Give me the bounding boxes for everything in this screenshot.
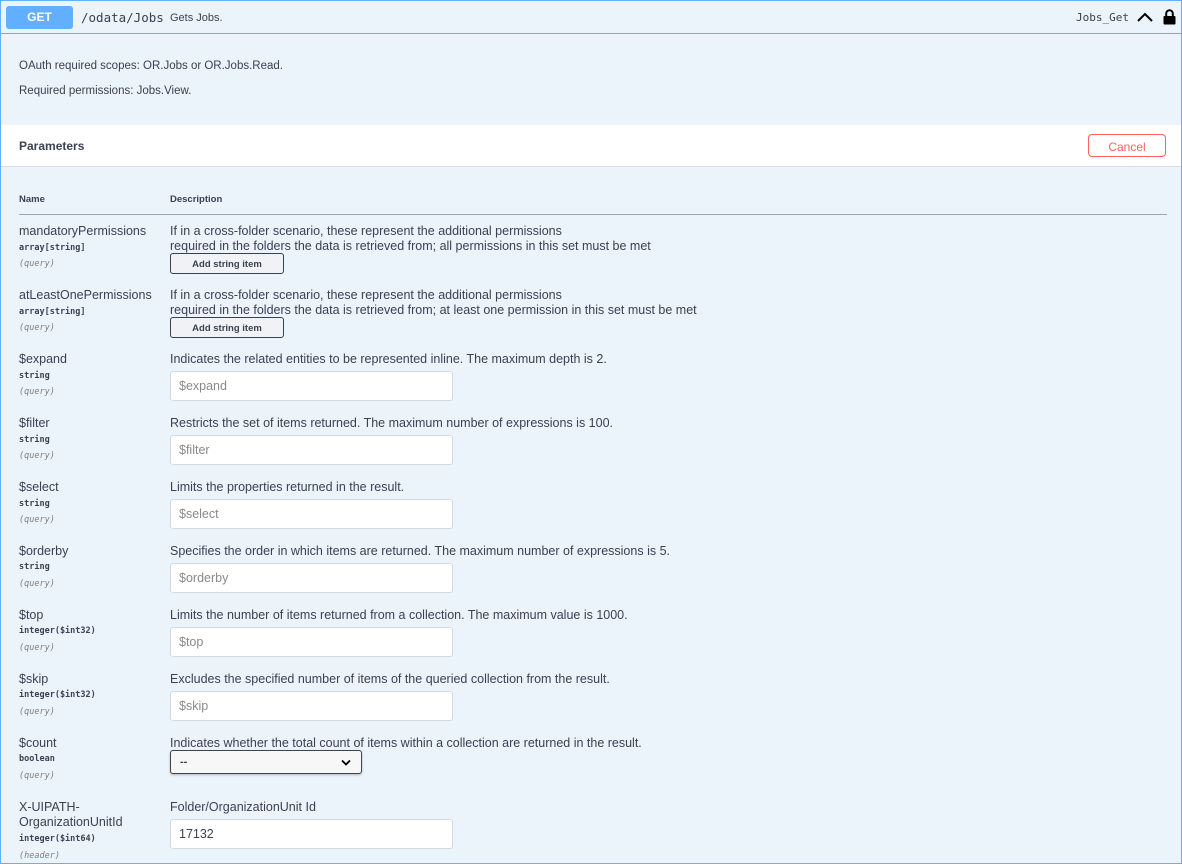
parameter-description: Folder/OrganizationUnit Id bbox=[170, 800, 316, 814]
parameter-location: (query) bbox=[19, 515, 55, 525]
parameter-description: If in a cross-folder scenario, these rep… bbox=[170, 288, 562, 302]
operation-summary-text: Gets Jobs. bbox=[170, 12, 223, 24]
parameter-name: $orderby bbox=[19, 544, 69, 558]
select-input[interactable] bbox=[170, 499, 453, 529]
parameters-title: Parameters bbox=[19, 139, 85, 153]
parameter-location: (query) bbox=[19, 643, 55, 653]
parameter-name: $top bbox=[19, 608, 44, 622]
top-input[interactable] bbox=[170, 627, 453, 657]
parameter-type: boolean bbox=[19, 754, 55, 764]
operation-path: /odata/Jobs bbox=[81, 10, 164, 25]
parameter-name: OrganizationUnitId bbox=[19, 815, 123, 829]
chevron-down-icon bbox=[341, 759, 351, 766]
lock-icon[interactable] bbox=[1163, 9, 1176, 25]
parameter-name: $skip bbox=[19, 672, 49, 686]
parameter-location: (query) bbox=[19, 387, 55, 397]
parameter-name: $select bbox=[19, 480, 59, 494]
column-header-name: Name bbox=[19, 194, 45, 205]
parameter-description: If in a cross-folder scenario, these rep… bbox=[170, 224, 562, 238]
parameter-location: (query) bbox=[19, 323, 55, 333]
add-string-item-button[interactable]: Add string item bbox=[170, 253, 284, 274]
skip-input[interactable] bbox=[170, 691, 453, 721]
parameter-type: string bbox=[19, 371, 50, 381]
operation-summary[interactable]: GET /odata/Jobs Gets Jobs. Jobs_Get bbox=[1, 1, 1181, 34]
parameter-type: array[string] bbox=[19, 243, 86, 253]
parameter-type: string bbox=[19, 562, 50, 572]
parameter-location: (query) bbox=[19, 451, 55, 461]
count-select[interactable]: -- bbox=[170, 750, 362, 774]
organization-unit-id-input[interactable] bbox=[170, 819, 453, 849]
parameter-description: Indicates whether the total count of ite… bbox=[170, 736, 642, 750]
parameter-name: X-UIPATH- bbox=[19, 800, 80, 814]
parameter-description: required in the folders the data is retr… bbox=[170, 303, 697, 317]
parameter-description: required in the folders the data is retr… bbox=[170, 239, 651, 253]
filter-input[interactable] bbox=[170, 435, 453, 465]
orderby-input[interactable] bbox=[170, 563, 453, 593]
parameter-description: Excludes the specified number of items o… bbox=[170, 672, 610, 686]
operation-block: GET /odata/Jobs Gets Jobs. Jobs_Get OAut… bbox=[0, 0, 1182, 864]
parameter-type: integer($int64) bbox=[19, 834, 96, 844]
column-header-description: Description bbox=[170, 194, 223, 205]
operation-id: Jobs_Get bbox=[1076, 11, 1129, 24]
count-select-value: -- bbox=[180, 756, 188, 768]
parameter-name: $expand bbox=[19, 352, 67, 366]
parameter-name: $count bbox=[19, 736, 57, 750]
add-string-item-button[interactable]: Add string item bbox=[170, 317, 284, 338]
parameter-type: string bbox=[19, 435, 50, 445]
oauth-scopes-text: OAuth required scopes: OR.Jobs or OR.Job… bbox=[19, 60, 283, 72]
parameter-description: Restricts the set of items returned. The… bbox=[170, 416, 614, 430]
parameter-description: Indicates the related entities to be rep… bbox=[170, 352, 607, 366]
parameter-description: Specifies the order in which items are r… bbox=[170, 544, 670, 558]
parameter-name: atLeastOnePermissions bbox=[19, 288, 152, 302]
parameter-type: string bbox=[19, 499, 50, 509]
parameter-type: integer($int32) bbox=[19, 690, 96, 700]
chevron-up-icon[interactable] bbox=[1137, 10, 1153, 24]
cancel-button[interactable]: Cancel bbox=[1088, 134, 1166, 157]
parameter-type: array[string] bbox=[19, 307, 86, 317]
parameter-type: integer($int32) bbox=[19, 626, 96, 636]
parameter-name: mandatoryPermissions bbox=[19, 224, 147, 238]
http-method-badge: GET bbox=[6, 6, 73, 29]
parameter-location: (query) bbox=[19, 579, 55, 589]
required-permissions-text: Required permissions: Jobs.View. bbox=[19, 85, 192, 97]
parameter-location: (header) bbox=[19, 851, 60, 861]
parameter-description: Limits the properties returned in the re… bbox=[170, 480, 405, 494]
expand-input[interactable] bbox=[170, 371, 453, 401]
column-divider bbox=[19, 214, 1167, 215]
parameter-location: (query) bbox=[19, 259, 55, 269]
parameter-name: $filter bbox=[19, 416, 50, 430]
parameter-location: (query) bbox=[19, 707, 55, 717]
parameter-description: Limits the number of items returned from… bbox=[170, 608, 628, 622]
parameter-location: (query) bbox=[19, 771, 55, 781]
parameters-header: Parameters Cancel bbox=[1, 125, 1181, 167]
